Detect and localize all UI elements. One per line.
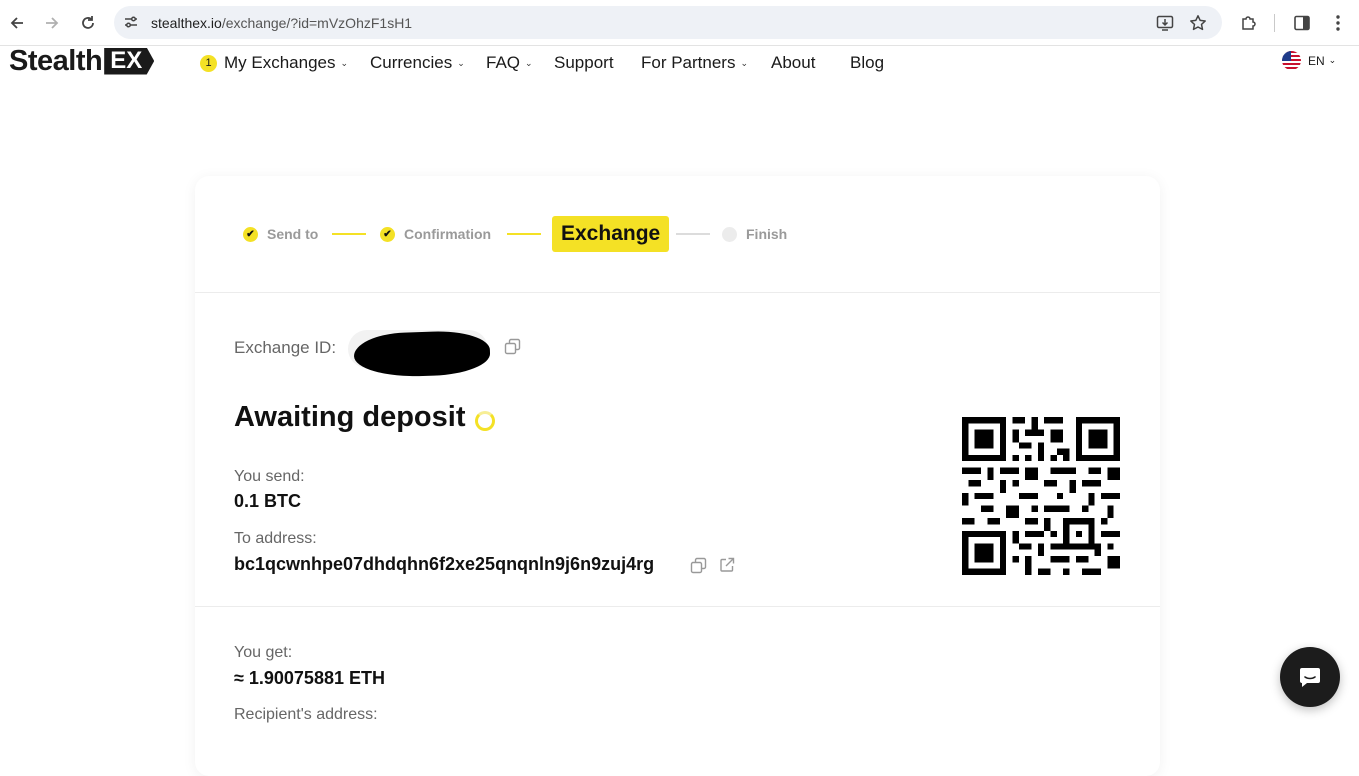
site-header: Stealth EX 1 My Exchanges ⌄ Currencies ⌄… — [0, 44, 1359, 80]
nav-for-partners-label: For Partners — [641, 53, 736, 72]
nav-faq[interactable]: FAQ ⌄ — [486, 53, 533, 73]
extensions-icon[interactable] — [1237, 11, 1261, 35]
exchanges-count-badge: 1 — [200, 54, 217, 72]
address-bar[interactable]: stealthex.io/exchange/?id=mVzOhzF1sH1 — [114, 6, 1222, 39]
language-selector[interactable]: EN ⌄ — [1282, 51, 1336, 70]
nav-my-exchanges-label: My Exchanges — [224, 53, 336, 72]
step-send-to-label: Send to — [267, 226, 319, 242]
step-send-to: ✔ Send to — [243, 226, 318, 242]
nav-blog[interactable]: Blog — [850, 53, 884, 73]
stealthex-logo[interactable]: Stealth EX — [9, 44, 155, 77]
you-get-label: You get: — [234, 644, 293, 661]
forward-arrow-icon[interactable] — [40, 11, 64, 35]
nav-support-label: Support — [554, 53, 614, 72]
browser-toolbar: stealthex.io/exchange/?id=mVzOhzF1sH1 — [0, 0, 1359, 46]
logo-word: Stealth — [9, 44, 103, 77]
copy-icon[interactable] — [503, 337, 521, 355]
nav-support[interactable]: Support — [554, 53, 614, 73]
side-panel-icon[interactable] — [1290, 11, 1314, 35]
receive-section: You get: ≈ 1.90075881 ETH Recipient's ad… — [195, 607, 1160, 776]
bookmark-star-icon[interactable] — [1187, 12, 1209, 34]
nav-currencies-label: Currencies — [370, 53, 453, 72]
exchange-card: ✔ Send to ✔ Confirmation Exchange Finish… — [195, 176, 1160, 776]
step-finish: Finish — [722, 226, 787, 242]
check-icon: ✔ — [243, 226, 258, 242]
copy-icon[interactable] — [689, 556, 707, 574]
menu-dots-icon[interactable] — [1326, 11, 1350, 35]
step-pending-dot — [722, 226, 737, 242]
external-link-icon[interactable] — [718, 556, 736, 574]
loading-spinner-icon — [475, 411, 495, 431]
install-app-icon[interactable] — [1154, 12, 1176, 34]
exchange-id-redacted — [348, 329, 491, 379]
nav-blog-label: Blog — [850, 53, 885, 72]
site-info-icon[interactable] — [122, 13, 140, 31]
chat-bubble-icon — [1300, 668, 1320, 687]
reload-icon[interactable] — [76, 11, 100, 35]
us-flag-icon — [1282, 51, 1301, 70]
language-label: EN — [1308, 53, 1325, 68]
chat-support-button[interactable] — [1280, 647, 1340, 707]
progress-steps: ✔ Send to ✔ Confirmation Exchange Finish — [195, 176, 1160, 293]
to-address-label: To address: — [234, 530, 317, 547]
nav-about[interactable]: About — [771, 53, 815, 73]
chevron-down-icon: ⌄ — [340, 57, 349, 68]
chevron-down-icon: ⌄ — [525, 57, 533, 68]
step-confirmation: ✔ Confirmation — [380, 226, 491, 242]
step-connector — [507, 233, 541, 235]
recipient-address-label: Recipient's address: — [234, 706, 378, 723]
toolbar-separator — [1274, 14, 1275, 32]
you-send-label: You send: — [234, 468, 305, 485]
nav-currencies[interactable]: Currencies ⌄ — [370, 53, 465, 73]
nav-about-label: About — [771, 53, 816, 72]
url-text[interactable]: stealthex.io/exchange/?id=mVzOhzF1sH1 — [151, 15, 412, 31]
redaction-mark — [353, 329, 491, 379]
status-title: Awaiting deposit — [234, 401, 466, 433]
chevron-down-icon: ⌄ — [457, 57, 465, 68]
step-finish-label: Finish — [746, 226, 788, 242]
url-path: /exchange/?id=mVzOhzF1sH1 — [221, 15, 413, 31]
step-connector — [332, 233, 366, 235]
check-icon: ✔ — [380, 226, 395, 242]
back-arrow-icon[interactable] — [5, 11, 29, 35]
logo-ex: EX — [104, 47, 155, 75]
step-confirmation-label: Confirmation — [404, 226, 492, 242]
you-send-value: 0.1 BTC — [234, 491, 302, 511]
step-exchange-active: Exchange — [552, 216, 670, 252]
deposit-section: Exchange ID: Awaiting deposit You send: … — [195, 293, 1160, 607]
chevron-down-icon: ⌄ — [740, 57, 749, 68]
deposit-qr-code — [962, 417, 1120, 575]
nav-faq-label: FAQ — [486, 53, 521, 72]
step-connector — [676, 233, 710, 235]
chevron-down-icon: ⌄ — [1328, 55, 1337, 65]
url-host: stealthex.io — [151, 15, 222, 31]
deposit-address: bc1qcwnhpe07dhdqhn6f2xe25qnqnln9j6n9zuj4… — [234, 554, 655, 574]
you-get-value: ≈ 1.90075881 ETH — [234, 668, 385, 688]
exchange-id-label: Exchange ID: — [234, 338, 337, 357]
nav-my-exchanges[interactable]: 1 My Exchanges ⌄ — [200, 53, 348, 73]
nav-for-partners[interactable]: For Partners ⌄ — [641, 53, 748, 73]
